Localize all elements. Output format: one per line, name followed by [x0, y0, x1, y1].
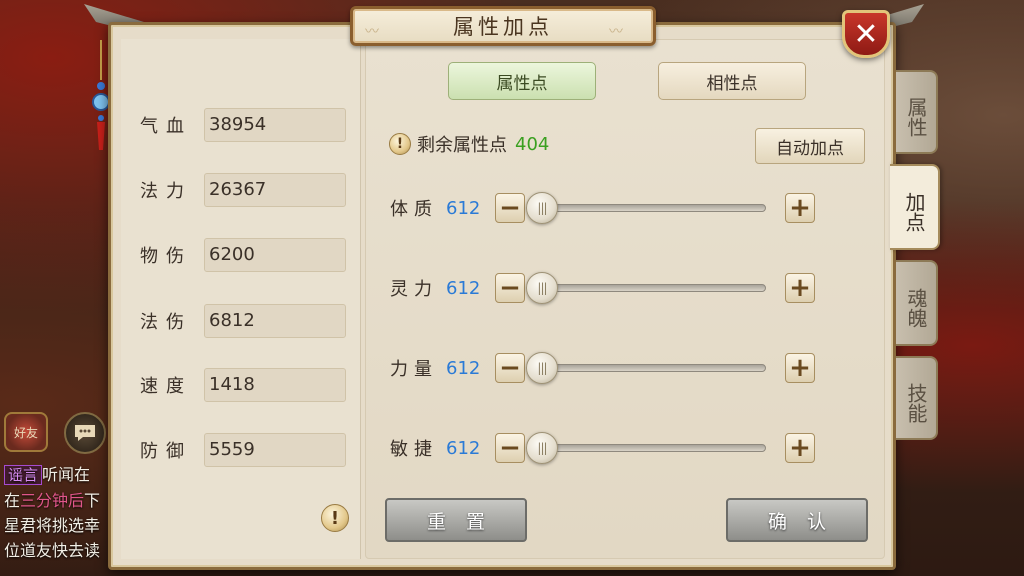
stat-row-defense: 防御 5559 [140, 433, 346, 467]
reset-button[interactable]: 重置 [385, 498, 527, 542]
attr-value: 612 [446, 277, 481, 299]
attr-label: 体质 [390, 199, 438, 220]
chat-line: 位道友快去读 [4, 541, 101, 560]
stats-info-button[interactable]: ! [321, 504, 349, 532]
slider-track[interactable] [530, 364, 766, 372]
auto-assign-button[interactable]: 自动加点 [755, 128, 865, 164]
side-tab-attributes[interactable]: 属性 [896, 70, 938, 154]
side-tab-soul[interactable]: 魂魄 [896, 260, 938, 346]
remaining-value: 404 [515, 133, 550, 155]
attr-value: 612 [446, 357, 481, 379]
attr-label: 力量 [390, 359, 438, 380]
stat-label: 气血 [140, 116, 192, 137]
stat-value: 6200 [204, 238, 346, 272]
stat-label: 防御 [140, 441, 192, 462]
stat-label: 速度 [140, 376, 192, 397]
attr-label: 灵力 [390, 279, 438, 300]
speech-bubble-icon [75, 425, 95, 441]
close-icon: ✕ [853, 16, 879, 52]
slider-thumb[interactable]: ||| [526, 352, 558, 384]
attr-row-agility: 敏捷 612 [390, 430, 494, 466]
minus-button[interactable]: − [495, 353, 525, 383]
attr-value: 612 [446, 197, 481, 219]
stat-label: 物伤 [140, 246, 192, 267]
minus-button[interactable]: − [495, 273, 525, 303]
friend-button[interactable]: 好友 [4, 412, 48, 452]
attr-row-spirit: 灵力 612 [390, 270, 494, 306]
chat-bubble-icon[interactable] [64, 412, 106, 454]
stat-row-phys-damage: 物伤 6200 [140, 238, 346, 272]
stat-value: 5559 [204, 433, 346, 467]
plus-button[interactable]: + [785, 193, 815, 223]
slider-track[interactable] [530, 444, 766, 452]
cloud-swirl-icon: 〰 [365, 24, 383, 40]
stat-label: 法伤 [140, 312, 192, 333]
window-title: 〰 属性加点 〰 [350, 6, 656, 46]
chat-log[interactable]: 谣言 听闻在 在三分钟后下 星君将挑选幸 位道友快去读 [4, 462, 114, 563]
minus-button[interactable]: − [495, 193, 525, 223]
slider-track[interactable] [530, 284, 766, 292]
chat-line: 在三分钟后下 [4, 491, 101, 510]
slider-thumb[interactable]: ||| [526, 192, 558, 224]
friend-label: 好友 [13, 425, 38, 440]
stat-row-hp: 气血 38954 [140, 108, 346, 142]
slider-thumb[interactable]: ||| [526, 432, 558, 464]
tab-affinity-points[interactable]: 相性点 [658, 62, 806, 100]
stat-value: 26367 [204, 173, 346, 207]
remaining-points: ! 剩余属性点 404 [389, 131, 549, 157]
chat-line: 星君将挑选幸 [4, 516, 101, 535]
stat-row-speed: 速度 1418 [140, 368, 346, 402]
plus-button[interactable]: + [785, 273, 815, 303]
tab-attribute-points[interactable]: 属性点 [448, 62, 596, 100]
rumor-tag: 谣言 [4, 465, 43, 485]
attr-row-constitution: 体质 612 [390, 190, 494, 226]
confirm-button[interactable]: 确认 [726, 498, 868, 542]
minus-button[interactable]: − [495, 433, 525, 463]
stat-value: 1418 [204, 368, 346, 402]
attr-value: 612 [446, 437, 481, 459]
slider-track[interactable] [530, 204, 766, 212]
stat-row-mana: 法力 26367 [140, 173, 346, 207]
plus-button[interactable]: + [785, 353, 815, 383]
stat-label: 法力 [140, 181, 192, 202]
attr-row-strength: 力量 612 [390, 350, 494, 386]
close-button[interactable]: ✕ [842, 10, 890, 58]
side-tab-skills[interactable]: 技能 [896, 356, 938, 440]
info-icon[interactable]: ! [389, 133, 411, 155]
side-tab-add-points[interactable]: 加点 [890, 164, 940, 250]
chat-line: 谣言 听闻在 [4, 462, 114, 488]
attr-label: 敏捷 [390, 439, 438, 460]
cloud-swirl-icon: 〰 [609, 24, 627, 40]
stat-value: 6812 [204, 304, 346, 338]
slider-thumb[interactable]: ||| [526, 272, 558, 304]
remaining-label: 剩余属性点 [417, 135, 507, 156]
stat-row-magic-damage: 法伤 6812 [140, 304, 346, 338]
plus-button[interactable]: + [785, 433, 815, 463]
stat-value: 38954 [204, 108, 346, 142]
